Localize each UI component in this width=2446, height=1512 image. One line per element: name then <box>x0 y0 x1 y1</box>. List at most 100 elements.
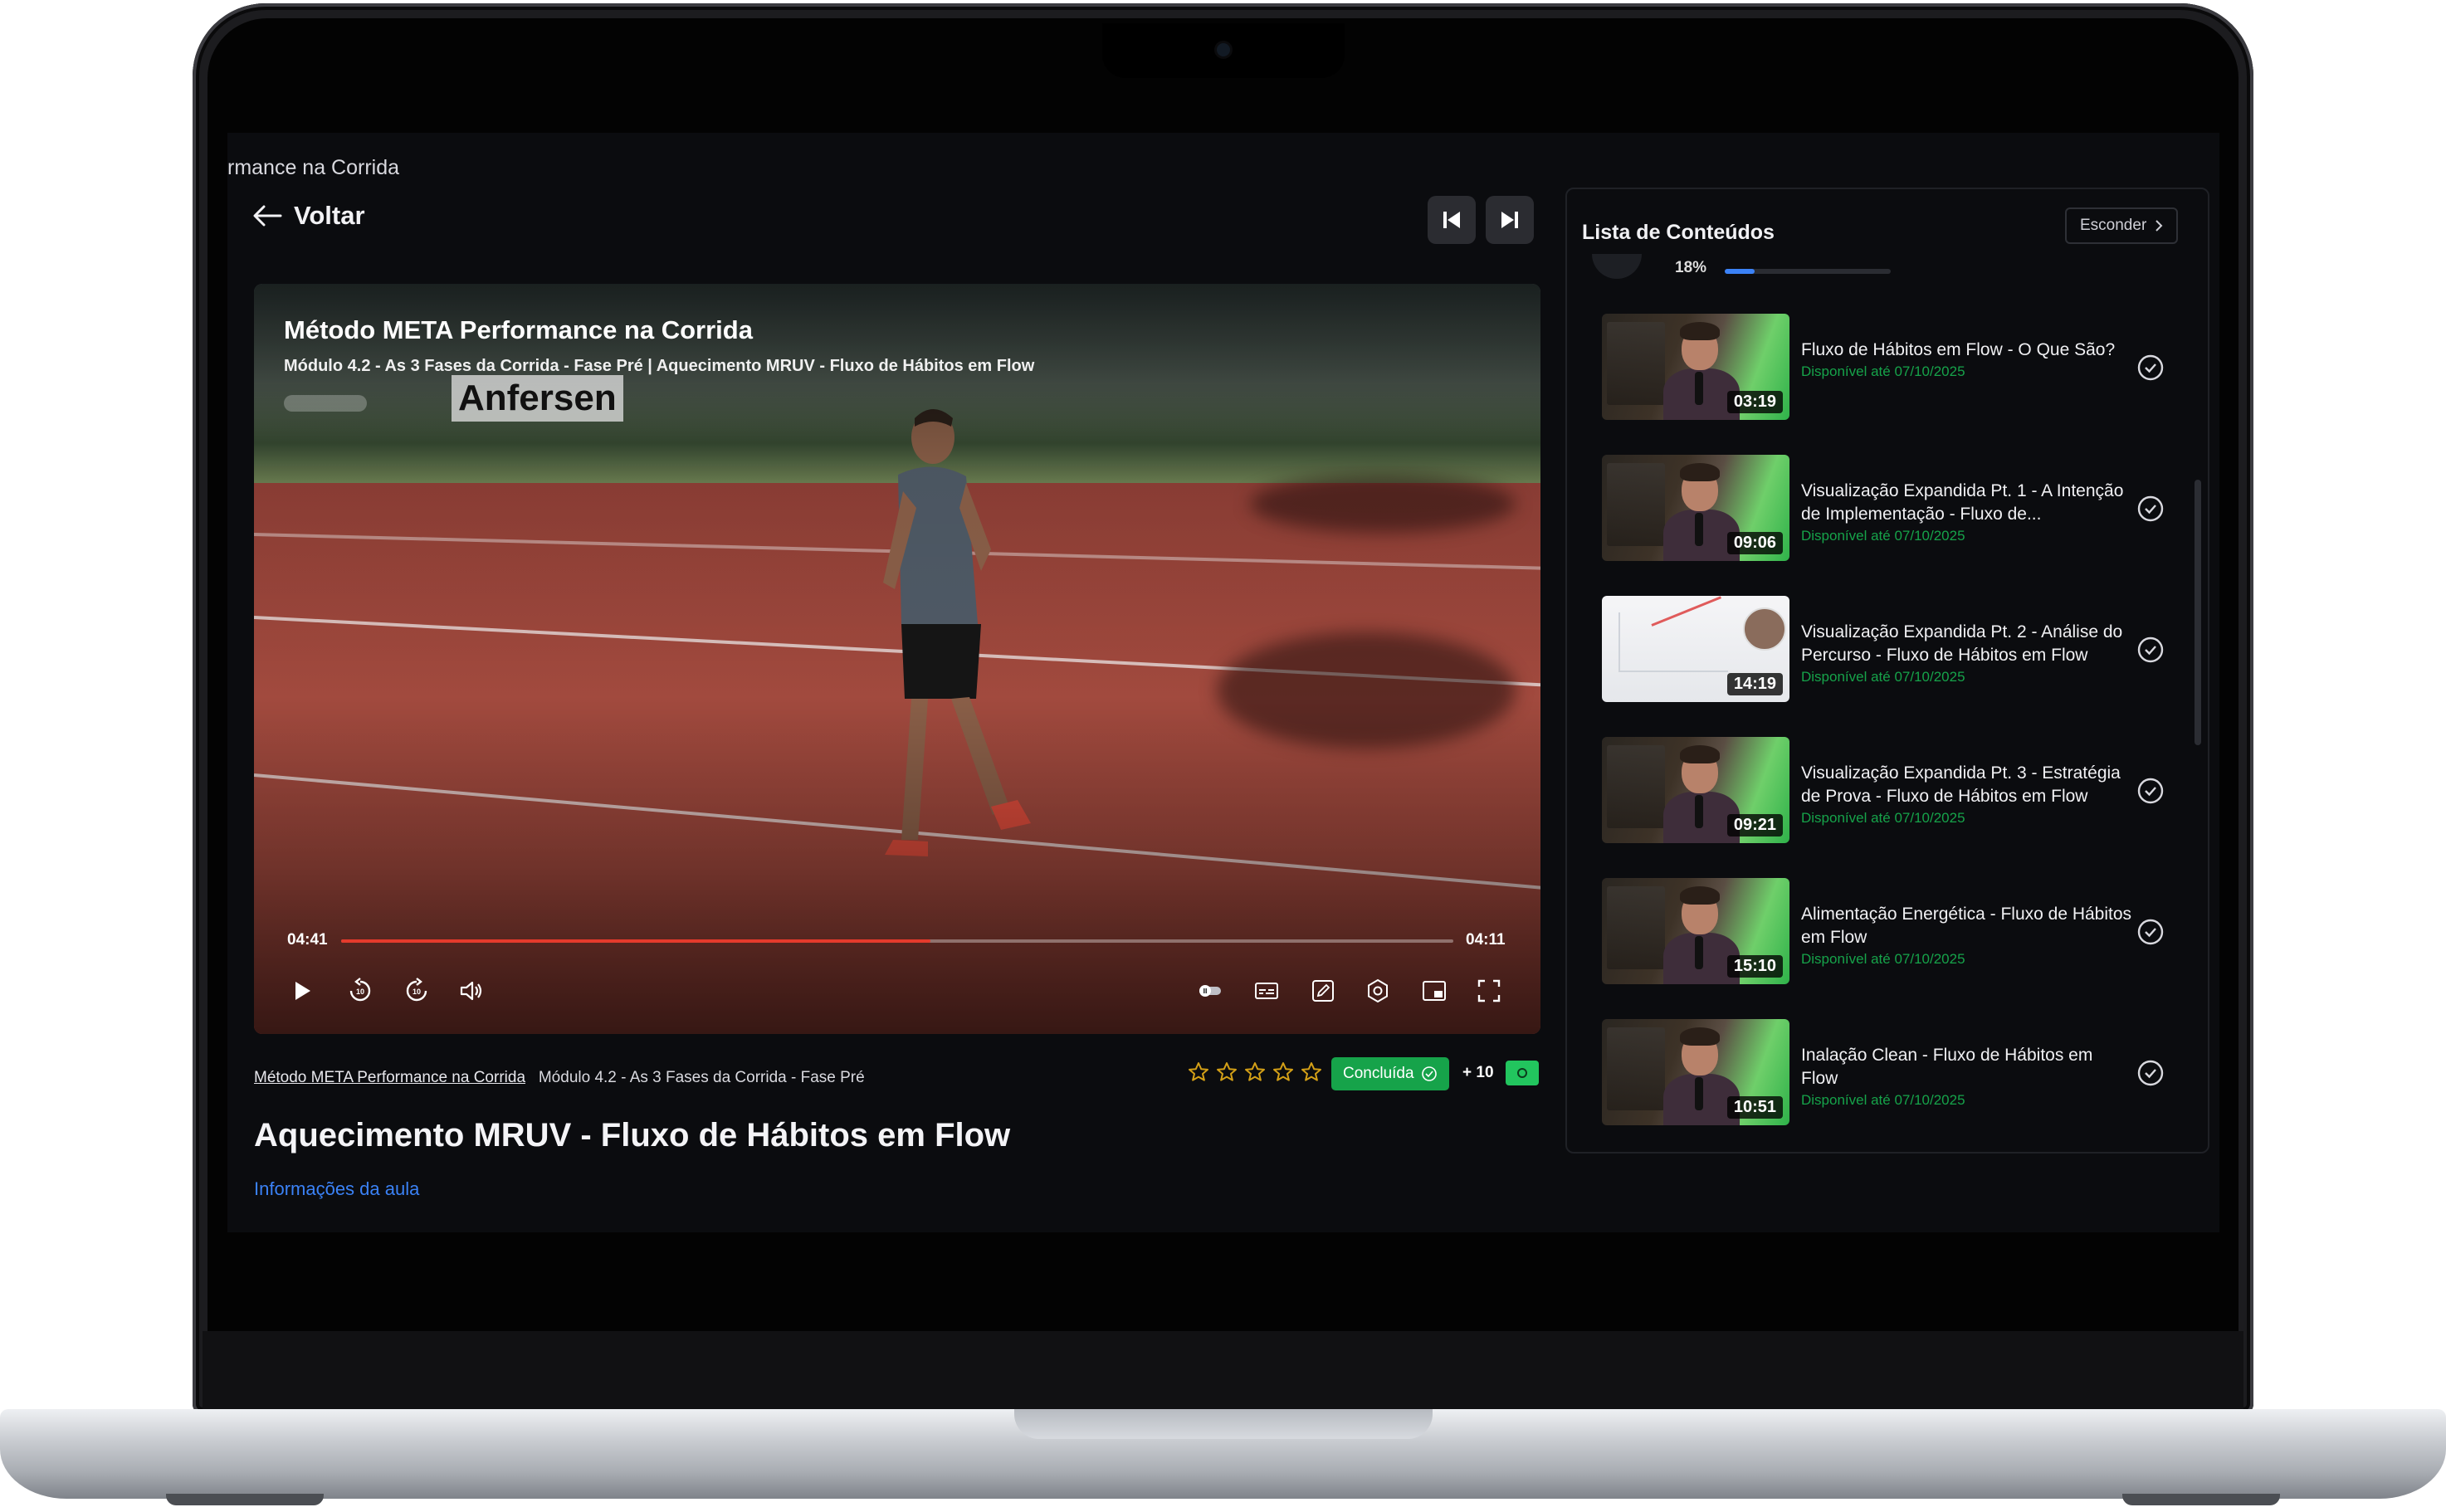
module-progress-bar <box>1725 269 1891 274</box>
check-circle-icon <box>2137 495 2164 522</box>
star-icon[interactable] <box>1272 1061 1295 1084</box>
time-duration: 04:11 <box>1466 931 1506 949</box>
lesson-availability: Disponível até 07/10/2025 <box>1801 669 1965 685</box>
pencil-icon <box>1312 980 1334 1002</box>
star-icon[interactable] <box>1187 1061 1210 1084</box>
progress-fill <box>341 939 931 943</box>
volume-button[interactable] <box>456 976 486 1006</box>
lesson-item-title: Visualização Expandida Pt. 2 - Análise d… <box>1801 622 2123 665</box>
hide-list-button[interactable]: Esconder <box>2065 207 2179 244</box>
svg-text:10: 10 <box>356 988 364 996</box>
lesson-duration: 14:19 <box>1726 673 1783 695</box>
content-list-item[interactable]: 03:19 Fluxo de Hábitos em Flow - O Que Sã… <box>1602 314 2175 422</box>
lesson-thumbnail: 03:19 <box>1602 314 1789 420</box>
module-progress-label: 18% <box>1675 259 1707 276</box>
laptop-base-notch <box>1014 1409 1433 1439</box>
lesson-availability: Disponível até 07/10/2025 <box>1801 363 1965 379</box>
pip-icon <box>1423 981 1446 1001</box>
lesson-item-title: Alimentação Energética - Fluxo de Hábito… <box>1801 905 2132 947</box>
breadcrumb: rmance na Corrida <box>227 156 400 179</box>
volume-icon <box>460 981 482 1001</box>
lesson-info-link[interactable]: Informações da aula <box>254 1178 419 1200</box>
content-list-item[interactable]: 10:51 Inalação Clean - Fluxo de Hábitos e… <box>1602 1019 2175 1127</box>
lesson-thumbnail: 15:10 <box>1602 878 1789 984</box>
lesson-item-title: Visualização Expandida Pt. 1 - A Intençã… <box>1801 481 2124 524</box>
check-circle-icon <box>2137 919 2164 945</box>
lesson-thumbnail: 10:51 <box>1602 1019 1789 1125</box>
video-vignette <box>254 284 1540 1034</box>
back-button[interactable]: Voltar <box>252 201 365 231</box>
chevron-right-icon <box>2156 220 2163 232</box>
progress-avatar <box>1592 254 1642 279</box>
content-list-item[interactable]: 14:19 Visualização Expandida Pt. 2 - Anál… <box>1602 596 2175 704</box>
completed-label: Concluída <box>1343 1065 1414 1082</box>
notes-button[interactable] <box>1308 976 1338 1006</box>
lesson-availability: Disponível até 07/10/2025 <box>1801 1092 1965 1108</box>
reward-ticket-icon <box>1506 1061 1539 1085</box>
lesson-thumbnail: 09:21 <box>1602 737 1789 843</box>
camera-icon <box>1217 43 1230 56</box>
completed-button[interactable]: Concluída <box>1331 1057 1449 1090</box>
lesson-duration: 09:21 <box>1726 814 1783 836</box>
screen-chin <box>203 1331 2243 1409</box>
picture-in-picture-button[interactable] <box>1419 976 1449 1006</box>
lesson-item-title: Visualização Expandida Pt. 3 - Estratégi… <box>1801 763 2121 806</box>
content-list-item[interactable]: 15:10 Alimentação Energética - Fluxo de H… <box>1602 878 2175 986</box>
check-circle-icon <box>1421 1066 1437 1081</box>
content-list-title: Lista de Conteúdos <box>1582 221 1775 244</box>
lesson-duration: 03:19 <box>1726 391 1783 413</box>
lesson-item-title: Inalação Clean - Fluxo de Hábitos em Flo… <box>1801 1046 2093 1088</box>
autoplay-toggle[interactable] <box>1195 976 1225 1006</box>
scrollbar[interactable] <box>2195 480 2201 745</box>
video-id-badge <box>284 395 367 412</box>
back-label: Voltar <box>294 201 365 230</box>
check-circle-icon <box>2137 637 2164 663</box>
laptop-foot-right <box>2122 1494 2280 1505</box>
star-icon[interactable] <box>1243 1061 1267 1084</box>
lesson-availability: Disponível até 07/10/2025 <box>1801 810 1965 826</box>
laptop-foot-left <box>166 1494 324 1505</box>
lesson-duration: 09:06 <box>1726 532 1783 554</box>
previous-lesson-button[interactable] <box>1428 196 1476 244</box>
forward-10-icon: 10 <box>406 978 427 1002</box>
next-lesson-button[interactable] <box>1486 196 1534 244</box>
video-subtitle: Módulo 4.2 - As 3 Fases da Corrida - Fas… <box>284 357 1035 375</box>
svg-text:10: 10 <box>413 988 421 996</box>
hide-list-label: Esconder <box>2080 217 2147 234</box>
fullscreen-button[interactable] <box>1474 976 1504 1006</box>
lesson-item-title: Fluxo de Hábitos em Flow - O Que São? <box>1801 340 2116 359</box>
lesson-duration: 15:10 <box>1726 955 1783 978</box>
forward-10-button[interactable]: 10 <box>402 976 432 1006</box>
progress-bar[interactable] <box>341 939 1453 943</box>
video-course-title: Método META Performance na Corrida <box>284 315 753 344</box>
user-watermark: Anfersen <box>452 375 623 422</box>
content-list-item[interactable]: 09:21 Visualização Expandida Pt. 3 - Estr… <box>1602 737 2175 845</box>
points-label: + 10 <box>1462 1064 1494 1081</box>
check-circle-icon <box>2137 778 2164 804</box>
module-progress-fill <box>1725 269 1755 274</box>
lesson-availability: Disponível até 07/10/2025 <box>1801 951 1965 967</box>
settings-button[interactable] <box>1363 976 1393 1006</box>
lesson-breadcrumb: Método META Performance na Corrida Módul… <box>254 1069 865 1087</box>
skip-previous-icon <box>1443 212 1460 228</box>
course-link[interactable]: Método META Performance na Corrida <box>254 1069 525 1086</box>
content-list-panel: Lista de Conteúdos Esconder 18% 03:19 Flu… <box>1565 188 2209 1154</box>
play-button[interactable] <box>287 976 317 1006</box>
captions-button[interactable] <box>1252 976 1282 1006</box>
lesson-availability: Disponível até 07/10/2025 <box>1801 528 1965 544</box>
star-icon[interactable] <box>1215 1061 1238 1084</box>
rating-stars[interactable] <box>1187 1061 1323 1084</box>
lesson-duration: 10:51 <box>1726 1096 1783 1119</box>
fullscreen-icon <box>1477 979 1501 1002</box>
lesson-thumbnail: 14:19 <box>1602 596 1789 702</box>
content-list-item[interactable]: 09:06 Visualização Expandida Pt. 1 - A In… <box>1602 455 2175 563</box>
video-player[interactable]: Método META Performance na Corrida Módul… <box>254 284 1540 1034</box>
gear-icon <box>1368 978 1388 1003</box>
star-icon[interactable] <box>1300 1061 1323 1084</box>
toggle-icon <box>1199 985 1221 997</box>
rewind-10-icon: 10 <box>349 978 371 1002</box>
check-circle-icon <box>2137 1060 2164 1086</box>
lesson-title: Aquecimento MRUV - Fluxo de Hábitos em F… <box>254 1117 1011 1154</box>
rewind-10-button[interactable]: 10 <box>345 976 375 1006</box>
lesson-thumbnail: 09:06 <box>1602 455 1789 561</box>
